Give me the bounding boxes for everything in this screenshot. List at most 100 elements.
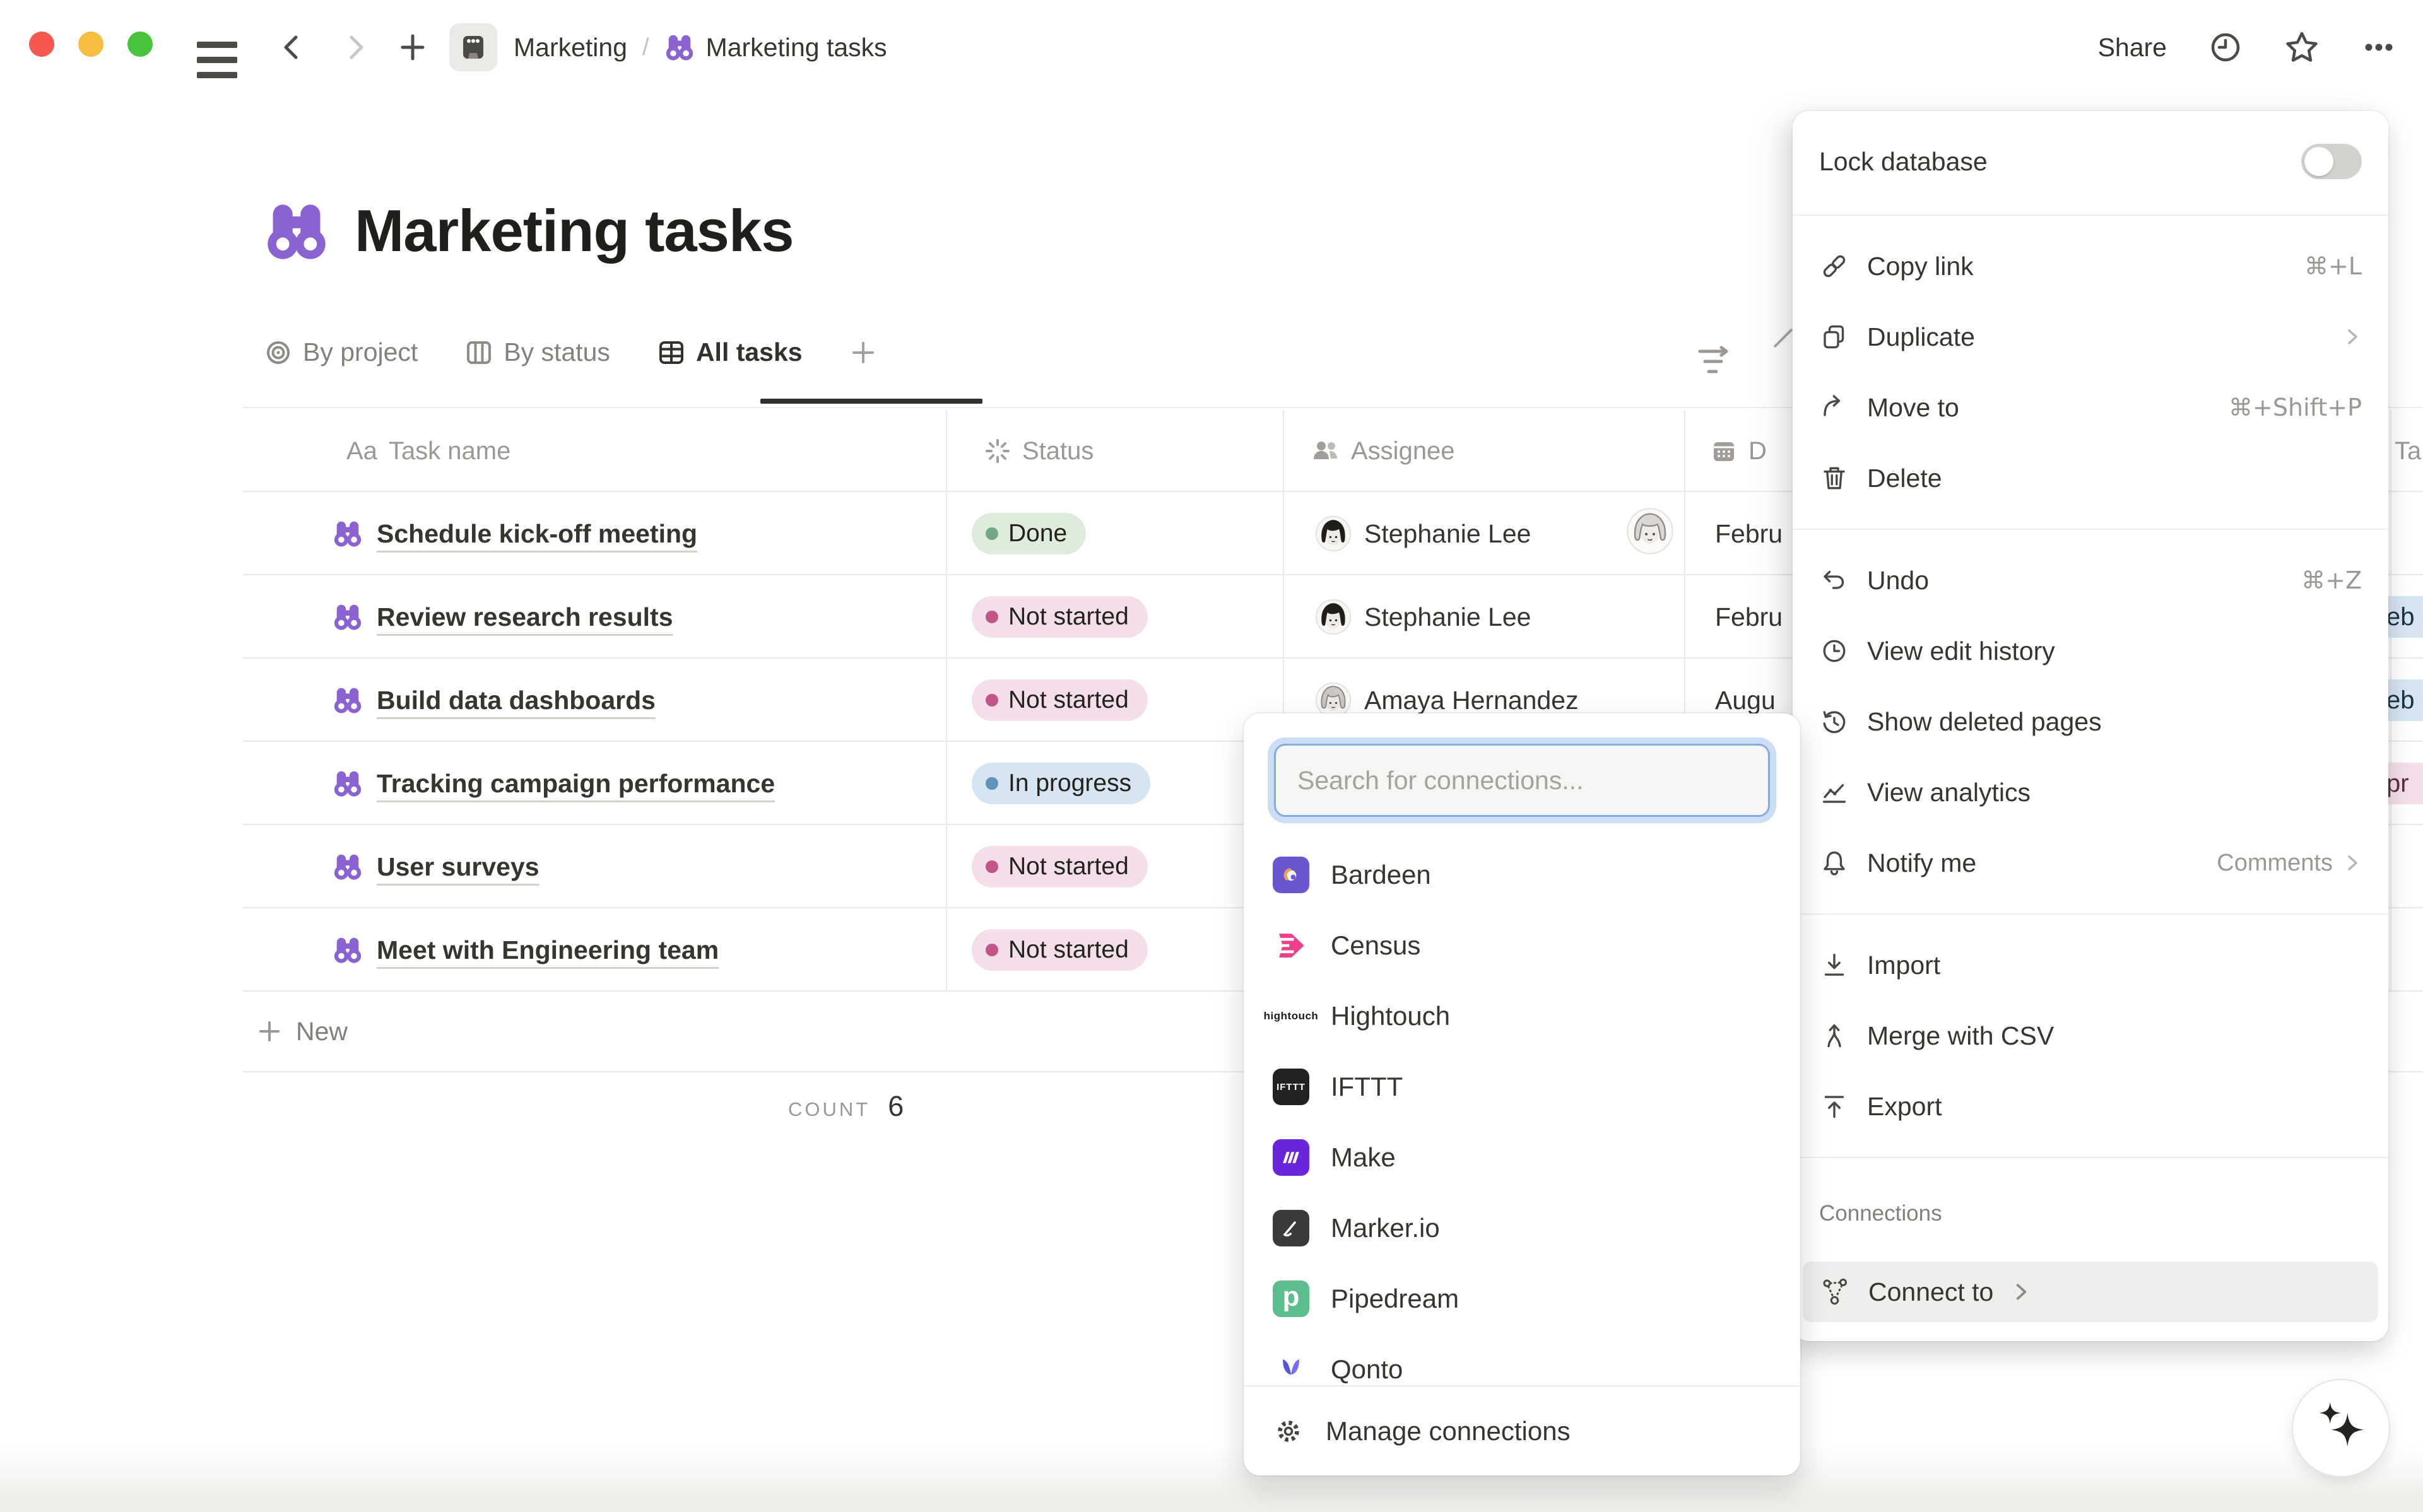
sidebar-menu-icon[interactable] <box>197 42 237 78</box>
new-page-button[interactable] <box>398 32 428 62</box>
filter-icon[interactable] <box>1696 345 1735 380</box>
menu-item-view-analytics[interactable]: View analytics <box>1793 757 2388 828</box>
manage-connections-button[interactable]: Manage connections <box>1244 1386 1800 1475</box>
task-title[interactable]: Tracking campaign performance <box>377 769 775 799</box>
duplicate-icon <box>1819 322 1849 352</box>
nav-forward-button[interactable] <box>341 32 371 62</box>
menu-item-move-to[interactable]: Move to ⌘+Shift+P <box>1793 372 2388 443</box>
task-title[interactable]: Meet with Engineering team <box>377 935 719 965</box>
ifttt-icon: IFTTT <box>1273 1069 1309 1105</box>
connection-item-qonto[interactable]: Qonto <box>1244 1334 1800 1385</box>
history-clock-icon[interactable] <box>2208 30 2243 64</box>
breadcrumb-section[interactable]: Marketing <box>514 33 627 62</box>
binoculars-icon <box>333 852 363 882</box>
more-options-icon[interactable] <box>2361 30 2396 65</box>
restore-clock-icon <box>1819 706 1849 737</box>
tab-by-status[interactable]: By status <box>466 337 610 367</box>
menu-item-delete[interactable]: Delete <box>1793 443 2388 513</box>
column-header-assignee[interactable]: Assignee <box>1312 410 1455 492</box>
nav-back-button[interactable] <box>276 32 307 62</box>
status-badge[interactable]: Not started <box>972 846 1148 888</box>
connection-item-census[interactable]: Census <box>1244 910 1800 981</box>
status-badge[interactable]: Done <box>972 513 1086 554</box>
search-connections-field[interactable] <box>1274 744 1770 817</box>
connection-item-marker-io[interactable]: Marker.io <box>1244 1193 1800 1263</box>
workspace-page-icon[interactable] <box>449 23 497 71</box>
board-columns-icon <box>466 339 492 366</box>
assignee-cell[interactable]: Stephanie Lee <box>1315 575 1531 659</box>
tab-all-tasks[interactable]: All tasks <box>658 337 803 367</box>
status-burst-icon <box>984 438 1011 464</box>
binoculars-icon <box>333 602 363 632</box>
task-title[interactable]: Schedule kick-off meeting <box>377 519 697 549</box>
binoculars-icon[interactable] <box>264 198 329 264</box>
gear-icon <box>1273 1415 1304 1447</box>
trash-icon <box>1819 463 1849 493</box>
status-badge[interactable]: Not started <box>972 679 1148 721</box>
connections-icon <box>1820 1277 1851 1307</box>
sparkles-icon <box>2306 1393 2376 1463</box>
menu-item-export[interactable]: Export <box>1793 1071 2388 1142</box>
share-button[interactable]: Share <box>2098 33 2167 62</box>
connection-item-pipedream[interactable]: p Pipedream <box>1244 1263 1800 1334</box>
connections-section-header: Connections <box>1793 1173 2388 1236</box>
move-to-icon <box>1819 392 1849 423</box>
status-badge[interactable]: In progress <box>972 763 1150 804</box>
binoculars-icon <box>333 685 363 715</box>
menu-item-import[interactable]: Import <box>1793 930 2388 1000</box>
text-type-icon: Aa <box>346 437 377 466</box>
board-icon <box>459 33 488 62</box>
menu-item-undo[interactable]: Undo ⌘+Z <box>1793 545 2388 616</box>
favorite-star-icon[interactable] <box>2284 30 2320 65</box>
tab-by-project[interactable]: By project <box>265 337 418 367</box>
binoculars-icon <box>333 519 363 549</box>
column-header-date[interactable]: D <box>1711 410 1767 492</box>
date-cell[interactable]: Febru <box>1715 492 1783 575</box>
window-minimize-button[interactable] <box>78 32 103 57</box>
window-zoom-button[interactable] <box>127 32 153 57</box>
column-header-tags-fragment[interactable]: Ta <box>2395 410 2421 492</box>
chevron-right-icon <box>2343 327 2362 346</box>
date-cell[interactable]: Febru <box>1715 575 1783 659</box>
assignee-cell[interactable]: Stephanie Lee <box>1315 492 1531 575</box>
active-tab-underline <box>760 399 982 404</box>
menu-item-view-edit-history[interactable]: View edit history <box>1793 616 2388 686</box>
connection-item-make[interactable]: Make <box>1244 1122 1800 1193</box>
notion-ai-button[interactable] <box>2292 1379 2390 1477</box>
binoculars-icon <box>664 32 695 62</box>
column-header-task-name[interactable]: Aa Task name <box>346 410 510 492</box>
count-footer[interactable]: COUNT 6 <box>788 1090 904 1123</box>
bottom-fade <box>0 1445 2423 1512</box>
window-close-button[interactable] <box>29 32 54 57</box>
lock-database-row[interactable]: Lock database <box>1793 124 2388 199</box>
menu-item-show-deleted-pages[interactable]: Show deleted pages <box>1793 686 2388 757</box>
undo-icon <box>1819 565 1849 595</box>
connection-item-hightouch[interactable]: hightouch Hightouch <box>1244 981 1800 1052</box>
pipedream-icon: p <box>1273 1281 1309 1317</box>
calendar-icon <box>1711 438 1737 464</box>
plus-icon <box>257 1019 282 1044</box>
menu-item-merge-with-csv[interactable]: Merge with CSV <box>1793 1000 2388 1071</box>
status-badge[interactable]: Not started <box>972 596 1148 638</box>
breadcrumb-page[interactable]: Marketing tasks <box>706 33 887 62</box>
connection-item-bardeen[interactable]: Bardeen <box>1244 840 1800 910</box>
database-options-menu: Lock database Copy link ⌘+L Duplicate Mo… <box>1793 111 2388 1341</box>
menu-item-notify-me[interactable]: Notify me Comments <box>1793 828 2388 898</box>
task-title[interactable]: Review research results <box>377 602 673 632</box>
marker-io-icon <box>1273 1210 1309 1246</box>
status-badge[interactable]: Not started <box>972 929 1148 971</box>
task-title[interactable]: Build data dashboards <box>377 686 656 715</box>
chevron-right-icon <box>2343 853 2362 872</box>
search-input[interactable] <box>1276 746 1768 815</box>
column-header-status[interactable]: Status <box>984 410 1094 492</box>
add-view-button[interactable] <box>851 340 876 365</box>
link-icon <box>1819 251 1849 281</box>
menu-item-copy-link[interactable]: Copy link ⌘+L <box>1793 231 2388 302</box>
lock-database-toggle[interactable] <box>2301 144 2362 179</box>
plus-icon <box>851 340 876 365</box>
connection-item-ifttt[interactable]: IFTTT IFTTT <box>1244 1052 1800 1122</box>
menu-item-duplicate[interactable]: Duplicate <box>1793 302 2388 372</box>
view-tabs: By project By status All tasks <box>265 337 876 367</box>
menu-item-connect-to[interactable]: Connect to <box>1803 1262 2378 1322</box>
task-title[interactable]: User surveys <box>377 852 539 882</box>
